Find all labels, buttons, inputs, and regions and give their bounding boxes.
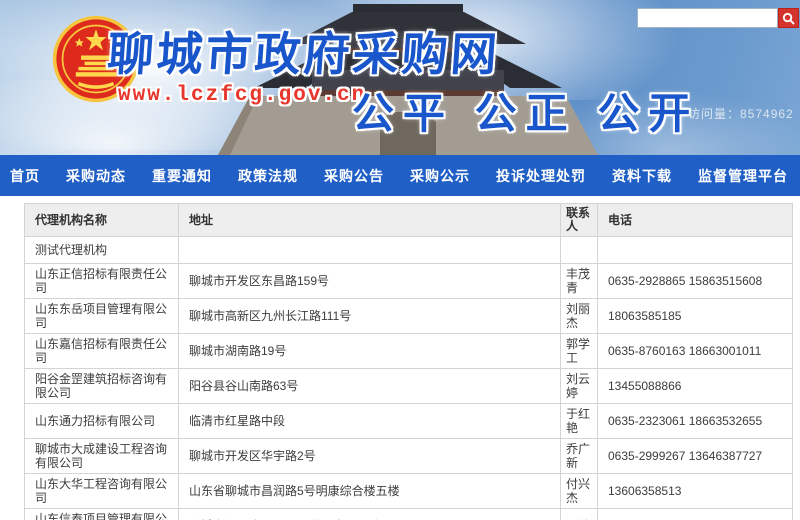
- site-banner: 聊城市政府采购网 www.lczfcg.gov.cn 公平 公正 公开 访问量：…: [0, 0, 800, 155]
- cell-agency-name: 山东东岳项目管理有限公司: [25, 299, 179, 334]
- cell-contact: 郭学工: [561, 334, 598, 369]
- header-contact: 联系人: [561, 204, 598, 237]
- main-nav: 首页 采购动态 重要通知 政策法规 采购公告 采购公示 投诉处理处罚 资料下载 监督管理平台: [0, 155, 800, 196]
- table-row: 山东通力招标有限公司临清市红星路中段于红艳0635-2323061 186635…: [25, 404, 793, 439]
- table-row: 山东嘉信招标有限责任公司聊城市湖南路19号郭学工0635-8760163 186…: [25, 334, 793, 369]
- cell-contact: [561, 237, 598, 264]
- visit-counter-value: 8574962: [740, 107, 794, 121]
- table-row: 山东大华工程咨询有限公司山东省聊城市昌润路5号明康综合楼五楼付兴杰1360635…: [25, 474, 793, 509]
- cell-agency-name: 山东通力招标有限公司: [25, 404, 179, 439]
- header-agency-name: 代理机构名称: [25, 204, 179, 237]
- table-row: 山东正信招标有限责任公司聊城市开发区东昌路159号丰茂青0635-2928865…: [25, 264, 793, 299]
- agency-table-body: 测试代理机构山东正信招标有限责任公司聊城市开发区东昌路159号丰茂青0635-2…: [25, 237, 793, 520]
- nav-item-0[interactable]: 首页: [10, 166, 40, 186]
- nav-item-7[interactable]: 资料下载: [612, 166, 672, 186]
- search-input[interactable]: [637, 8, 778, 28]
- nav-item-1[interactable]: 采购动态: [66, 166, 126, 186]
- site-url: www.lczfcg.gov.cn: [118, 84, 366, 107]
- cell-agency-name: 测试代理机构: [25, 237, 179, 264]
- content-area: 代理机构名称 地址 联系人 电话 测试代理机构山东正信招标有限责任公司聊城市开发…: [0, 196, 800, 520]
- nav-item-5[interactable]: 采购公示: [410, 166, 470, 186]
- cell-phone: 18866518800: [598, 509, 793, 520]
- cell-agency-name: 山东正信招标有限责任公司: [25, 264, 179, 299]
- cell-address: 阳谷县谷山南路63号: [179, 369, 561, 404]
- table-row: 阳谷金罡建筑招标咨询有限公司阳谷县谷山南路63号刘云婷13455088866: [25, 369, 793, 404]
- cell-address: 山东省聊城市昌润路5号明康综合楼五楼: [179, 474, 561, 509]
- cell-address: 聊城市东昌府区凤凰工业园富民西路: [179, 509, 561, 520]
- cell-contact: 于红艳: [561, 404, 598, 439]
- cell-agency-name: 山东大华工程咨询有限公司: [25, 474, 179, 509]
- cell-phone: 0635-2999267 13646387727: [598, 439, 793, 474]
- cell-phone: 0635-2928865 15863515608: [598, 264, 793, 299]
- cell-phone: 13606358513: [598, 474, 793, 509]
- cell-contact: 丰茂青: [561, 264, 598, 299]
- cell-phone: 13455088866: [598, 369, 793, 404]
- cell-contact: 王善: [561, 509, 598, 520]
- site-slogan: 公平 公正 公开: [352, 80, 699, 141]
- cell-address: 聊城市开发区东昌路159号: [179, 264, 561, 299]
- nav-item-8[interactable]: 监督管理平台: [698, 166, 788, 186]
- cell-agency-name: 聊城市大成建设工程咨询有限公司: [25, 439, 179, 474]
- agency-table: 代理机构名称 地址 联系人 电话 测试代理机构山东正信招标有限责任公司聊城市开发…: [24, 203, 793, 520]
- nav-item-6[interactable]: 投诉处理处罚: [496, 166, 586, 186]
- cell-agency-name: 阳谷金罡建筑招标咨询有限公司: [25, 369, 179, 404]
- table-header-row: 代理机构名称 地址 联系人 电话: [25, 204, 793, 237]
- cell-phone: 0635-2323061 18663532655: [598, 404, 793, 439]
- search-bar: [637, 8, 799, 28]
- header-phone: 电话: [598, 204, 793, 237]
- cell-address: 临清市红星路中段: [179, 404, 561, 439]
- cell-contact: 刘云婷: [561, 369, 598, 404]
- cell-address: 聊城市湖南路19号: [179, 334, 561, 369]
- cell-agency-name: 山东信泰项目管理有限公司: [25, 509, 179, 520]
- cell-phone: [598, 237, 793, 264]
- cell-contact: 刘丽杰: [561, 299, 598, 334]
- search-icon: [782, 12, 795, 25]
- nav-item-4[interactable]: 采购公告: [324, 166, 384, 186]
- table-row: 测试代理机构: [25, 237, 793, 264]
- visit-counter: 访问量：8574962: [688, 105, 794, 122]
- cell-phone: 18063585185: [598, 299, 793, 334]
- site-title: 聊城市政府采购网: [106, 18, 503, 84]
- table-row: 山东信泰项目管理有限公司聊城市东昌府区凤凰工业园富民西路王善1886651880…: [25, 509, 793, 520]
- cell-contact: 乔广新: [561, 439, 598, 474]
- cell-contact: 付兴杰: [561, 474, 598, 509]
- cell-address: 聊城市开发区华宇路2号: [179, 439, 561, 474]
- header-address: 地址: [179, 204, 561, 237]
- search-button[interactable]: [778, 8, 799, 28]
- cell-agency-name: 山东嘉信招标有限责任公司: [25, 334, 179, 369]
- visit-counter-label: 访问量：: [688, 107, 740, 121]
- cell-address: [179, 237, 561, 264]
- cell-address: 聊城市高新区九州长江路111号: [179, 299, 561, 334]
- table-row: 聊城市大成建设工程咨询有限公司聊城市开发区华宇路2号乔广新0635-299926…: [25, 439, 793, 474]
- table-row: 山东东岳项目管理有限公司聊城市高新区九州长江路111号刘丽杰1806358518…: [25, 299, 793, 334]
- nav-item-3[interactable]: 政策法规: [238, 166, 298, 186]
- nav-item-2[interactable]: 重要通知: [152, 166, 212, 186]
- cell-phone: 0635-8760163 18663001011: [598, 334, 793, 369]
